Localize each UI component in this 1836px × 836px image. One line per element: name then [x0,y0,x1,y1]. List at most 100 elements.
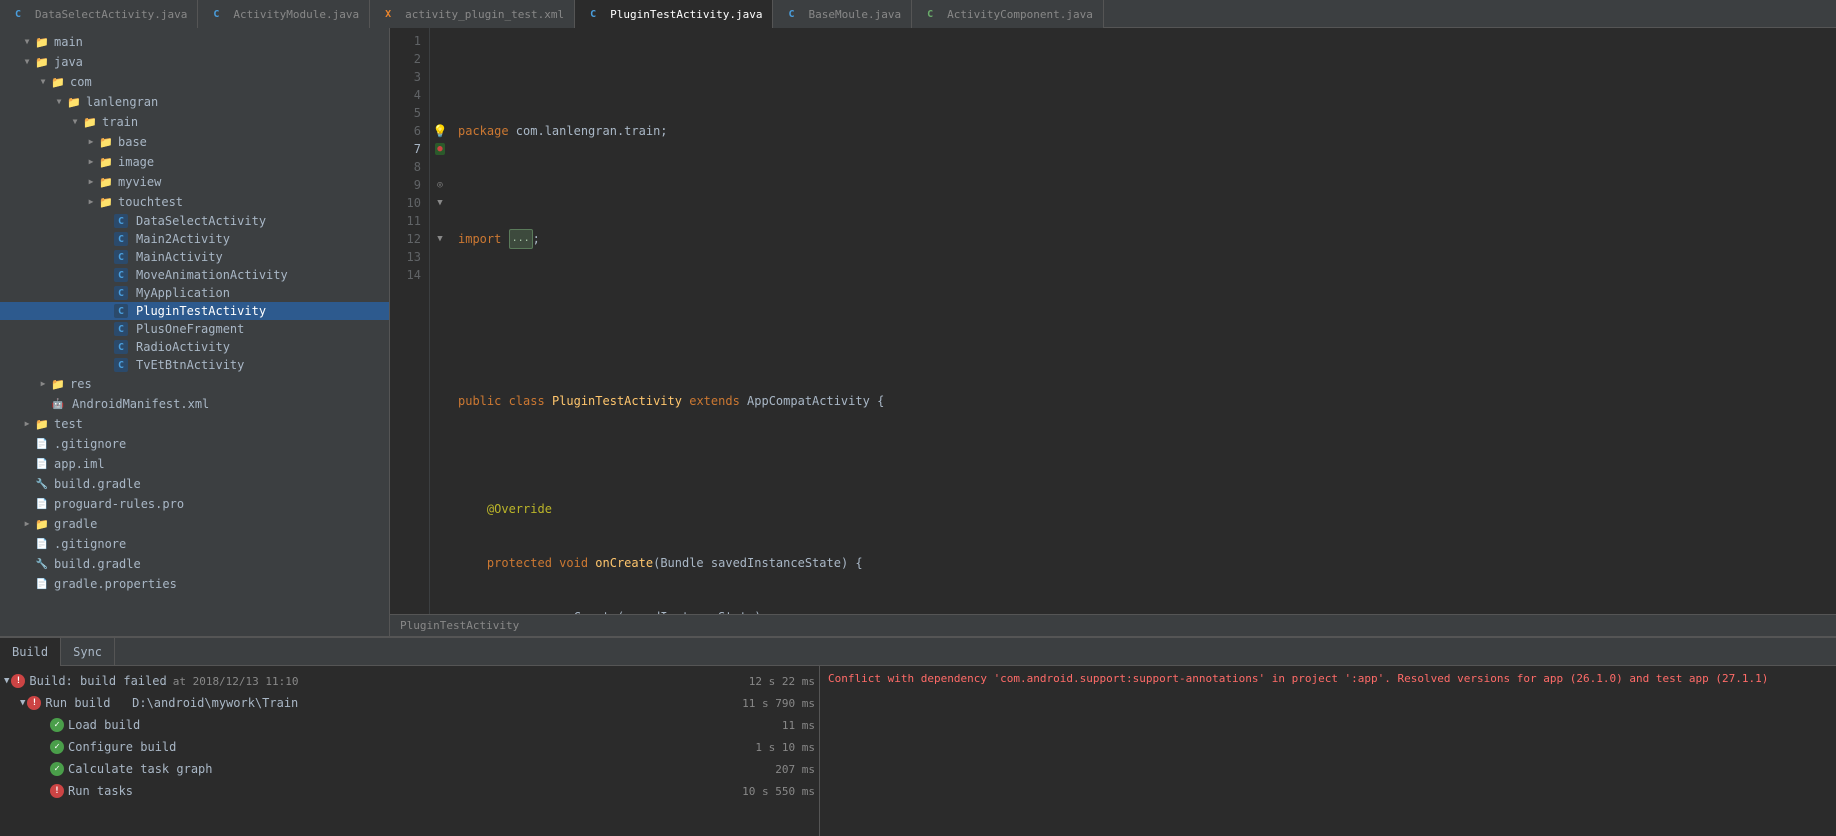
token-void-10: void [559,554,595,572]
line-num-5: 5 [390,104,421,122]
sidebar-label-MoveAnimationActivity: MoveAnimationActivity [136,268,389,282]
sidebar-item-java[interactable]: 📁 java [0,52,389,72]
gutter-2 [430,50,450,68]
sidebar-item-res[interactable]: 📁 res [0,374,389,394]
tab-ActivityModule[interactable]: C ActivityModule.java [198,0,370,28]
sidebar-item-lanlengran[interactable]: 📁 lanlengran [0,92,389,112]
code-editor[interactable]: package com.lanlengran.train; import ...… [450,28,1836,614]
sidebar-label-TvEtBtnActivity: TvEtBtnActivity [136,358,389,372]
tab-DataSelectActivity[interactable]: C DataSelectActivity.java [0,0,198,28]
sidebar-label-test: test [54,417,389,431]
token-savedinstance: savedInstanceState [704,554,841,572]
code-container[interactable]: 1 2 3 4 5 6 7 8 9 10 11 12 13 14 [390,28,1836,614]
line-num-11: 11 [390,212,421,230]
build-duration-load-build: 11 ms [782,719,815,732]
override-icon: ◎ [437,180,442,190]
build-tree[interactable]: ▼ ! Build: build failed at 2018/12/13 11… [0,666,820,836]
sidebar-item-com[interactable]: 📁 com [0,72,389,92]
sidebar-item-main[interactable]: 📁 main [0,32,389,52]
build-item-failed[interactable]: ▼ ! Build: build failed at 2018/12/13 11… [0,670,819,692]
gutter-6: 💡 [430,122,450,140]
sidebar-item-train[interactable]: 📁 train [0,112,389,132]
sidebar-label-image: image [118,155,389,169]
sidebar-item-MoveAnimationActivity[interactable]: C MoveAnimationActivity [0,266,389,284]
expand-arrow-run-build[interactable]: ▼ [20,698,25,708]
token-override: @Override [458,500,552,518]
proguard-icon: 📄 [34,496,50,512]
tab-PluginTestActivity[interactable]: C PluginTestActivity.java [575,0,773,28]
build-item-run-tasks[interactable]: ! Run tasks 10 s 550 ms [0,780,819,802]
sidebar-label-DataSelectActivity: DataSelectActivity [136,214,389,228]
folder-icon-test: 📁 [34,416,50,432]
token-public-7: public [458,392,509,410]
token-package: package [458,122,516,140]
sidebar-item-myview[interactable]: 📁 myview [0,172,389,192]
line-num-13: 13 [390,248,421,266]
sidebar-item-DataSelectActivity[interactable]: C DataSelectActivity [0,212,389,230]
folder-icon-main: 📁 [34,34,50,50]
sidebar-item-MyApplication[interactable]: C MyApplication [0,284,389,302]
line-num-3: 3 [390,68,421,86]
folder-icon-lanlengran: 📁 [66,94,82,110]
code-line-3 [458,176,1836,194]
project-sidebar[interactable]: 📁 main 📁 java 📁 com 📁 lanlengran 📁 train [0,28,390,636]
token-space-7 [682,392,689,410]
fold-icon-12[interactable]: ▼ [437,234,442,244]
token-paren-close-10: ) { [841,554,863,572]
sidebar-item-AndroidManifest[interactable]: 🤖 AndroidManifest.xml [0,394,389,414]
sidebar-item-image[interactable]: 📁 image [0,152,389,172]
line-num-9: 9 [390,176,421,194]
sidebar-item-app-iml[interactable]: 📄 app.iml [0,454,389,474]
gutter-12: ▼ [430,230,450,248]
sidebar-item-test[interactable]: 📁 test [0,414,389,434]
import-collapsed[interactable]: ... [509,229,533,249]
sidebar-item-touchtest[interactable]: 📁 touchtest [0,192,389,212]
line-num-1: 1 [390,32,421,50]
sidebar-item-gradle-properties[interactable]: 📄 gradle.properties [0,574,389,594]
tab-label-xml: activity_plugin_test.xml [405,8,564,21]
build-item-run-build[interactable]: ▼ ! Run build D:\android\mywork\Train 11… [0,692,819,714]
tab-label-ActivityModule: ActivityModule.java [233,8,359,21]
sidebar-item-build-gradle-app[interactable]: 🔧 build.gradle [0,474,389,494]
build-log: Conflict with dependency 'com.android.su… [820,666,1836,836]
sidebar-item-Main2Activity[interactable]: C Main2Activity [0,230,389,248]
build-tab-build[interactable]: Build [0,638,61,666]
sidebar-item-gitignore2[interactable]: 📄 .gitignore [0,534,389,554]
build-tab-sync[interactable]: Sync [61,638,115,666]
tab-activity-plugin-xml[interactable]: X activity_plugin_test.xml [370,0,575,28]
folder-icon-gradle: 📁 [34,516,50,532]
tab-ActivityComponent[interactable]: C ActivityComponent.java [912,0,1104,28]
gutter-1 [430,32,450,50]
sidebar-item-gitignore1[interactable]: 📄 .gitignore [0,434,389,454]
sidebar-item-build-gradle-root[interactable]: 🔧 build.gradle [0,554,389,574]
sidebar-label-Main2Activity: Main2Activity [136,232,389,246]
sidebar-label-AndroidManifest: AndroidManifest.xml [72,397,389,411]
build-item-configure-build[interactable]: ✓ Configure build 1 s 10 ms [0,736,819,758]
success-icon-load-build: ✓ [50,718,64,732]
sidebar-item-gradle[interactable]: 📁 gradle [0,514,389,534]
sidebar-item-base[interactable]: 📁 base [0,132,389,152]
sidebar-item-PlusOneFragment[interactable]: C PlusOneFragment [0,320,389,338]
sidebar-label-gitignore2: .gitignore [54,537,389,551]
sidebar-label-lanlengran: lanlengran [86,95,389,109]
token-paren-open: ( [653,554,660,572]
fold-icon-10[interactable]: ▼ [437,198,442,208]
arrow-java [20,57,34,67]
sidebar-item-PluginTestActivity[interactable]: C PluginTestActivity [0,302,389,320]
sidebar-item-MainActivity[interactable]: C MainActivity [0,248,389,266]
lightbulb-icon[interactable]: 💡 [433,124,448,138]
sidebar-label-build-gradle-app: build.gradle [54,477,389,491]
build-item-load-build[interactable]: ✓ Load build 11 ms [0,714,819,736]
class-icon-RadioActivity: C [114,340,128,354]
gitignore-icon-1: 📄 [34,436,50,452]
line-num-10: 10 [390,194,421,212]
expand-arrow-failed[interactable]: ▼ [4,676,9,686]
gutter-5 [430,104,450,122]
build-item-calculate-task[interactable]: ✓ Calculate task graph 207 ms [0,758,819,780]
tab-BaseMoule[interactable]: C BaseMoule.java [773,0,912,28]
sidebar-item-proguard[interactable]: 📄 proguard-rules.pro [0,494,389,514]
sidebar-item-TvEtBtnActivity[interactable]: C TvEtBtnActivity [0,356,389,374]
build-label-configure-build: Configure build [68,740,176,754]
build-tab-sync-label: Sync [73,645,102,659]
sidebar-item-RadioActivity[interactable]: C RadioActivity [0,338,389,356]
